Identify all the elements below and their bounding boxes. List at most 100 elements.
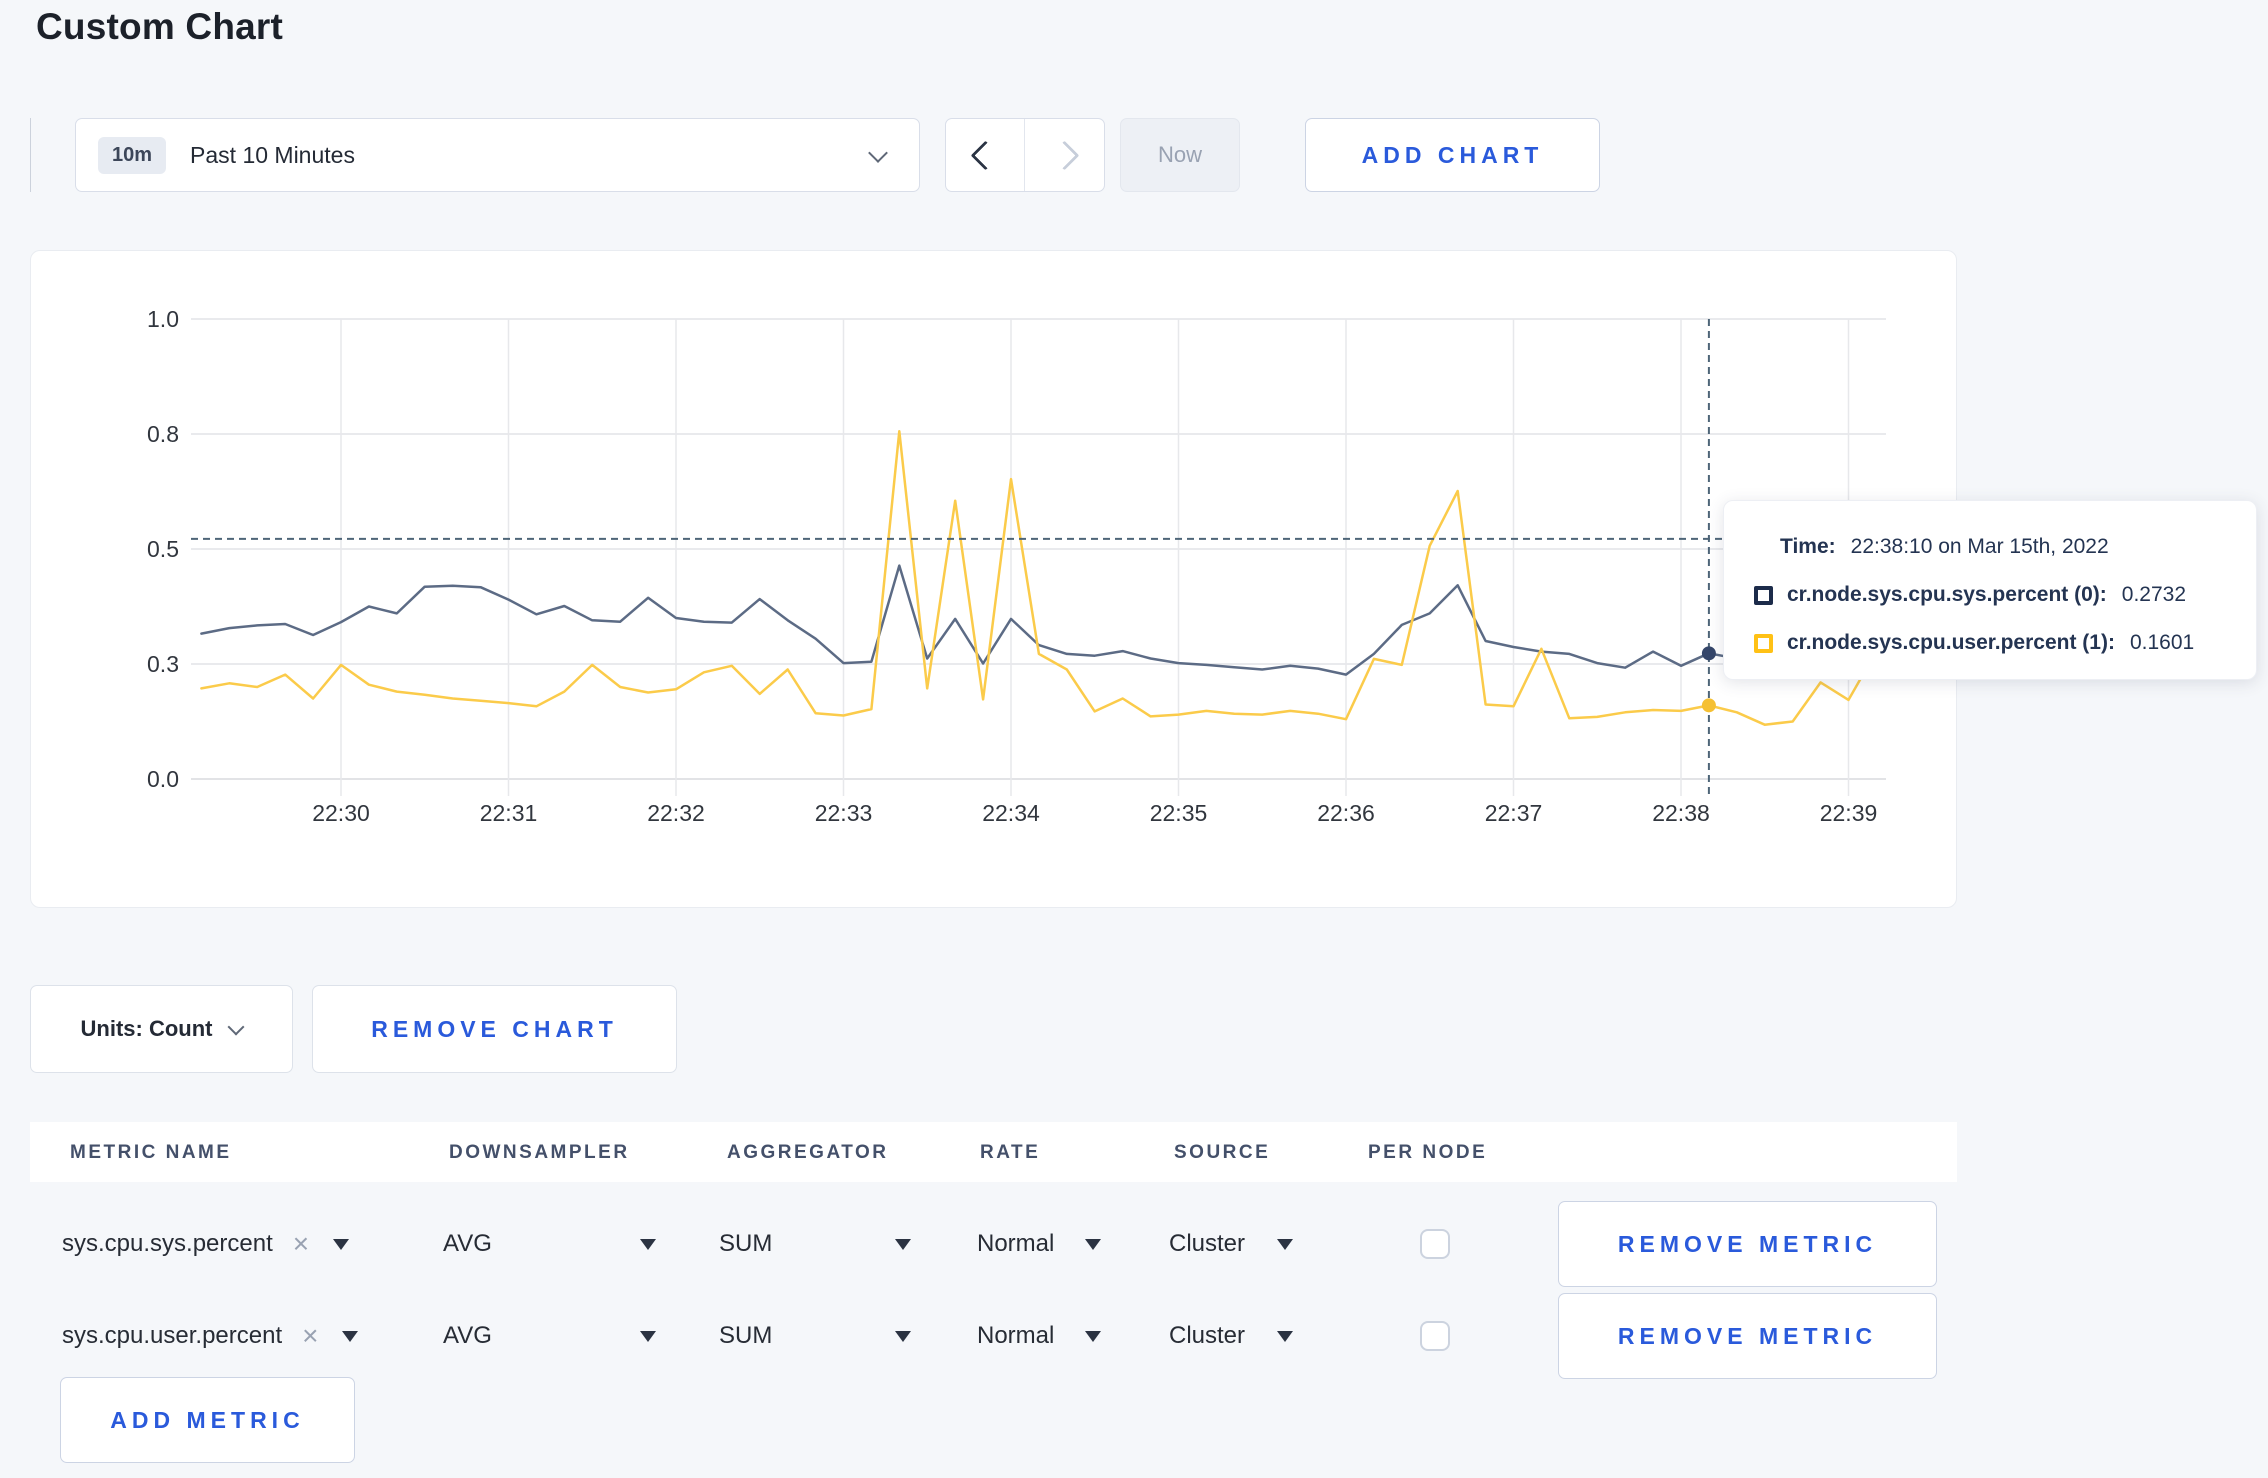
- time-range-dropdown[interactable]: 10m Past 10 Minutes: [75, 118, 920, 192]
- x-axis-tick-label: 22:32: [647, 800, 705, 826]
- timeseries-chart[interactable]: 0.0 0.3 0.5 0.8 1.0 22:30 22:31 22:32 22:33 22:34…: [31, 251, 1958, 909]
- y-axis-tick-label: 0.3: [147, 651, 179, 677]
- per-node-checkbox[interactable]: [1420, 1229, 1450, 1259]
- clear-metric-icon[interactable]: ×: [293, 1228, 309, 1260]
- metric-name-select[interactable]: sys.cpu.user.percent ×: [62, 1292, 359, 1380]
- caret-down-icon: [1277, 1238, 1293, 1250]
- prev-time-button[interactable]: [946, 119, 1025, 191]
- rate-select[interactable]: Normal: [977, 1200, 1101, 1288]
- tooltip-series-name: cr.node.sys.cpu.sys.percent (0):: [1787, 583, 2107, 606]
- chevron-down-icon: [868, 143, 888, 163]
- x-axis-tick-label: 22:34: [982, 800, 1040, 826]
- tooltip-series-value: 0.2732: [2121, 583, 2187, 606]
- caret-down-icon: [342, 1330, 359, 1342]
- x-axis-tick-label: 22:39: [1820, 800, 1878, 826]
- sys-series-swatch-icon: [1754, 585, 1773, 605]
- metric-name-value: sys.cpu.user.percent: [62, 1322, 283, 1349]
- downsampler-select[interactable]: AVG: [443, 1200, 656, 1288]
- caret-down-icon: [333, 1238, 350, 1250]
- x-axis-tick-label: 22:38: [1652, 800, 1710, 826]
- rate-value: Normal: [977, 1230, 1055, 1257]
- chart-card: 0.0 0.3 0.5 0.8 1.0 22:30 22:31 22:32 22:33 22:34…: [30, 250, 1957, 908]
- metric-name-select[interactable]: sys.cpu.sys.percent ×: [62, 1200, 350, 1288]
- add-chart-button[interactable]: ADD CHART: [1305, 118, 1600, 192]
- source-select[interactable]: Cluster: [1169, 1200, 1293, 1288]
- caret-down-icon: [1085, 1330, 1101, 1342]
- units-label: Units: Count: [80, 1016, 213, 1041]
- rate-select[interactable]: Normal: [977, 1292, 1101, 1380]
- rate-value: Normal: [977, 1322, 1055, 1349]
- downsampler-value: AVG: [443, 1230, 492, 1257]
- units-dropdown[interactable]: Units: Count: [30, 985, 293, 1073]
- crosshair-point-icon: [1701, 698, 1716, 713]
- tooltip-series-name: cr.node.sys.cpu.user.percent (1):: [1787, 631, 2115, 654]
- aggregator-value: SUM: [719, 1230, 773, 1257]
- chevron-left-icon: [970, 140, 1000, 170]
- x-axis-tick-label: 22:35: [1150, 800, 1208, 826]
- crosshair: [191, 319, 1886, 796]
- series-line-cr.node.sys.cpu.user.percent: [200, 429, 1878, 726]
- time-nav-group: [945, 118, 1105, 192]
- source-value: Cluster: [1169, 1322, 1246, 1349]
- chevron-down-icon: [227, 1018, 245, 1036]
- caret-down-icon: [640, 1330, 656, 1342]
- chart-tooltip: Time: 22:38:10 on Mar 15th, 2022 cr.node…: [1723, 500, 2257, 680]
- tooltip-time-value: 22:38:10 on Mar 15th, 2022: [1850, 535, 2109, 558]
- chart-axis-labels: 0.0 0.3 0.5 0.8 1.0 22:30 22:31 22:32 22:33 22:34…: [147, 306, 1877, 826]
- aggregator-select[interactable]: SUM: [719, 1292, 911, 1380]
- tooltip-series-row: cr.node.sys.cpu.user.percent (1): 0.1601: [1754, 623, 2228, 663]
- x-axis-tick-label: 22:31: [480, 800, 538, 826]
- source-select[interactable]: Cluster: [1169, 1292, 1293, 1380]
- toolbar-divider: [30, 118, 31, 192]
- caret-down-icon: [895, 1238, 911, 1250]
- time-range-label: Past 10 Minutes: [190, 141, 355, 168]
- y-axis-tick-label: 1.0: [147, 306, 179, 332]
- column-header-source: SOURCE: [1174, 1142, 1271, 1163]
- tooltip-time-row: Time: 22:38:10 on Mar 15th, 2022: [1780, 527, 2228, 567]
- source-value: Cluster: [1169, 1230, 1246, 1257]
- tooltip-series-row: cr.node.sys.cpu.sys.percent (0): 0.2732: [1754, 575, 2228, 615]
- x-axis-tick-label: 22:33: [815, 800, 873, 826]
- column-header-metric-name: METRIC NAME: [70, 1142, 232, 1163]
- chevron-right-icon: [1049, 140, 1080, 170]
- user-series-swatch-icon: [1754, 633, 1773, 653]
- tooltip-time-label: Time:: [1780, 535, 1836, 558]
- caret-down-icon: [1277, 1330, 1293, 1342]
- column-header-per-node: PER NODE: [1368, 1142, 1488, 1163]
- remove-metric-button[interactable]: REMOVE METRIC: [1558, 1201, 1937, 1287]
- next-time-button[interactable]: [1025, 119, 1104, 191]
- metric-name-value: sys.cpu.sys.percent: [62, 1230, 273, 1257]
- toolbar: 10m Past 10 Minutes Now ADD CHART: [30, 118, 2230, 192]
- y-axis-tick-label: 0.0: [147, 766, 179, 792]
- table-row: sys.cpu.sys.percent × AVG SUM Normal Clu…: [0, 1200, 2268, 1288]
- column-header-rate: RATE: [980, 1142, 1041, 1163]
- aggregator-value: SUM: [719, 1322, 773, 1349]
- time-range-badge: 10m: [98, 136, 167, 174]
- per-node-checkbox[interactable]: [1420, 1321, 1450, 1351]
- y-axis-tick-label: 0.8: [147, 421, 179, 447]
- clear-metric-icon[interactable]: ×: [302, 1320, 318, 1352]
- column-header-downsampler: DOWNSAMPLER: [449, 1142, 630, 1163]
- crosshair-point-icon: [1701, 646, 1716, 661]
- chart-gridlines: [191, 318, 1886, 796]
- x-axis-tick-label: 22:37: [1485, 800, 1543, 826]
- downsampler-value: AVG: [443, 1322, 492, 1349]
- series-line-cr.node.sys.cpu.sys.percent: [200, 564, 1878, 676]
- caret-down-icon: [640, 1238, 656, 1250]
- table-row: sys.cpu.user.percent × AVG SUM Normal Cl…: [0, 1292, 2268, 1380]
- metrics-table-header: METRIC NAME DOWNSAMPLER AGGREGATOR RATE …: [30, 1122, 1957, 1182]
- caret-down-icon: [895, 1330, 911, 1342]
- x-axis-tick-label: 22:36: [1317, 800, 1375, 826]
- aggregator-select[interactable]: SUM: [719, 1200, 911, 1288]
- remove-metric-button[interactable]: REMOVE METRIC: [1558, 1293, 1937, 1379]
- y-axis-tick-label: 0.5: [147, 536, 179, 562]
- column-header-aggregator: AGGREGATOR: [727, 1142, 889, 1163]
- tooltip-series-value: 0.1601: [2129, 631, 2195, 654]
- caret-down-icon: [1085, 1238, 1101, 1250]
- remove-chart-button[interactable]: REMOVE CHART: [312, 985, 677, 1073]
- now-button[interactable]: Now: [1120, 118, 1240, 192]
- add-metric-button[interactable]: ADD METRIC: [60, 1377, 355, 1463]
- page-title: Custom Chart: [36, 6, 284, 47]
- x-axis-tick-label: 22:30: [312, 800, 370, 826]
- downsampler-select[interactable]: AVG: [443, 1292, 656, 1380]
